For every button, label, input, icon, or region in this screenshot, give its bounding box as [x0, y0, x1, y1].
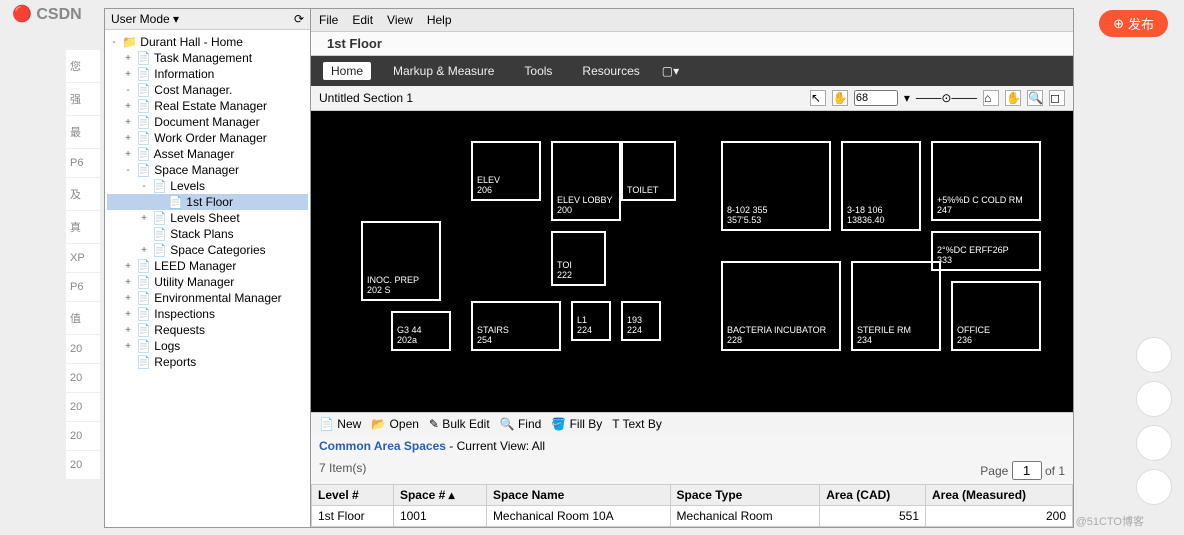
- action-new[interactable]: 📄 New: [319, 417, 361, 431]
- watermark: @51CTO博客: [1076, 513, 1144, 529]
- floorplan-canvas[interactable]: INOC. PREP202 S ELEV206ELEV LOBBY200 TOI22…: [311, 111, 1073, 412]
- float-btn-1[interactable]: [1136, 337, 1172, 373]
- page-input[interactable]: [1012, 461, 1042, 480]
- room[interactable]: 193224: [621, 301, 661, 341]
- tree-item[interactable]: -📄 Levels: [107, 178, 308, 194]
- refresh-icon[interactable]: ⟳: [294, 12, 304, 26]
- tree-item[interactable]: 📄 Stack Plans: [107, 226, 308, 242]
- action-text-by[interactable]: T Text By: [612, 417, 662, 431]
- tree-item[interactable]: +📄 Levels Sheet: [107, 210, 308, 226]
- nav-tree: -📁 Durant Hall - Home+📄 Task Management+…: [105, 30, 310, 527]
- tree-item[interactable]: +📄 Task Management: [107, 50, 308, 66]
- main-area: File Edit View Help 1st Floor Home Markup & …: [311, 9, 1073, 527]
- col-header[interactable]: Space # ▴: [393, 485, 486, 506]
- pager: 7 Item(s) Page of 1: [311, 457, 1073, 484]
- room[interactable]: OFFICE236: [951, 281, 1041, 351]
- zoom-input[interactable]: [854, 90, 898, 106]
- item-count: 7 Item(s): [319, 461, 366, 480]
- float-btn-2[interactable]: [1136, 381, 1172, 417]
- col-header[interactable]: Space Type: [670, 485, 820, 506]
- tree-item[interactable]: +📄 Document Manager: [107, 114, 308, 130]
- ribbon-tab[interactable]: Resources: [574, 62, 647, 80]
- menu-view[interactable]: View: [387, 13, 413, 27]
- tree-item[interactable]: 📄 Reports: [107, 354, 308, 370]
- home-icon[interactable]: ⌂: [983, 90, 999, 106]
- col-header[interactable]: Area (CAD): [820, 485, 926, 506]
- tree-item[interactable]: +📄 Environmental Manager: [107, 290, 308, 306]
- tree-item[interactable]: +📄 Inspections: [107, 306, 308, 322]
- room[interactable]: 8-102 355357'5.53: [721, 141, 831, 231]
- pan-icon[interactable]: ✋: [832, 90, 848, 106]
- tree-item[interactable]: +📄 Requests: [107, 322, 308, 338]
- room[interactable]: STERILE RM234: [851, 261, 941, 351]
- tree-item[interactable]: +📄 Space Categories: [107, 242, 308, 258]
- action-fill-by[interactable]: 🪣 Fill By: [551, 417, 602, 431]
- tree-item[interactable]: +📄 LEED Manager: [107, 258, 308, 274]
- room[interactable]: STAIRS254: [471, 301, 561, 351]
- room[interactable]: ELEV206: [471, 141, 541, 201]
- room[interactable]: G3 44202a: [391, 311, 451, 351]
- ribbon-tab[interactable]: Home: [323, 62, 371, 80]
- action-bulk-edit[interactable]: ✎ Bulk Edit: [429, 417, 490, 431]
- hand-icon[interactable]: ✋: [1005, 90, 1021, 106]
- menu-help[interactable]: Help: [427, 13, 452, 27]
- room[interactable]: +5%%D C COLD RM247: [931, 141, 1041, 221]
- user-mode-dropdown[interactable]: User Mode ▾: [111, 12, 179, 26]
- left-sidebar-stub: 您强最P6及真XPP6值2020202020: [66, 50, 100, 480]
- table-row[interactable]: 1st Floor1001Mechanical Room 10AMechanic…: [312, 506, 1073, 527]
- menu-file[interactable]: File: [319, 13, 338, 27]
- tree-panel: User Mode ▾ ⟳ -📁 Durant Hall - Home+📄 Ta…: [105, 9, 311, 527]
- ribbon-tab[interactable]: Markup & Measure: [385, 62, 502, 80]
- cursor-icon[interactable]: ↖: [810, 90, 826, 106]
- room[interactable]: ELEV LOBBY200: [551, 141, 621, 221]
- tree-item[interactable]: +📄 Information: [107, 66, 308, 82]
- action-bar: 📄 New 📂 Open ✎ Bulk Edit 🔍 Find 🪣 Fill By T T…: [311, 412, 1073, 435]
- tree-root[interactable]: -📁 Durant Hall - Home: [107, 34, 308, 50]
- float-btn-3[interactable]: [1136, 425, 1172, 461]
- tree-item[interactable]: +📄 Logs: [107, 338, 308, 354]
- room[interactable]: INOC. PREP202 S: [361, 221, 441, 301]
- page-title: 1st Floor: [311, 32, 1073, 56]
- room[interactable]: TOI222: [551, 231, 606, 286]
- col-header[interactable]: Area (Measured): [926, 485, 1073, 506]
- room[interactable]: 2°%DC ERFF26P333: [931, 231, 1041, 271]
- section-label: Untitled Section 1: [319, 91, 413, 105]
- action-find[interactable]: 🔍 Find: [500, 417, 542, 431]
- side-float-buttons: [1136, 337, 1172, 505]
- spaces-table: Level #Space # ▴Space NameSpace TypeArea…: [311, 484, 1073, 527]
- col-header[interactable]: Space Name: [486, 485, 670, 506]
- tree-top-bar: User Mode ▾ ⟳: [105, 9, 310, 30]
- ribbon-more-icon[interactable]: ▢▾: [662, 64, 679, 78]
- tree-item[interactable]: +📄 Real Estate Manager: [107, 98, 308, 114]
- tree-item[interactable]: 📄 1st Floor: [107, 194, 308, 210]
- tree-item[interactable]: +📄 Utility Manager: [107, 274, 308, 290]
- tree-item[interactable]: -📄 Space Manager: [107, 162, 308, 178]
- action-open[interactable]: 📂 Open: [371, 417, 419, 431]
- col-header[interactable]: Level #: [312, 485, 394, 506]
- tree-item[interactable]: +📄 Asset Manager: [107, 146, 308, 162]
- csdn-logo: 🔴 CSDN: [12, 4, 82, 24]
- room[interactable]: BACTERIA INCUBATOR228: [721, 261, 841, 351]
- ribbon-tab[interactable]: Tools: [516, 62, 560, 80]
- zoom-icon[interactable]: 🔍: [1027, 90, 1043, 106]
- publish-button[interactable]: ⊕ 发布: [1099, 10, 1168, 37]
- float-btn-4[interactable]: [1136, 469, 1172, 505]
- tree-item[interactable]: +📄 Work Order Manager: [107, 130, 308, 146]
- room[interactable]: 3-18 10613836.40: [841, 141, 921, 231]
- view-header: Common Area Spaces - Current View: All: [311, 435, 1073, 457]
- fit-icon[interactable]: ◻: [1049, 90, 1065, 106]
- menu-edit[interactable]: Edit: [352, 13, 373, 27]
- room[interactable]: L1224: [571, 301, 611, 341]
- room[interactable]: TOILET: [621, 141, 676, 201]
- app-window: User Mode ▾ ⟳ -📁 Durant Hall - Home+📄 Ta…: [104, 8, 1074, 528]
- canvas-toolbar: Untitled Section 1 ↖ ✋ ▾ ───⊙─── ⌂ ✋ 🔍 ◻: [311, 86, 1073, 111]
- menubar: File Edit View Help: [311, 9, 1073, 32]
- ribbon-tabs: Home Markup & Measure Tools Resources ▢▾: [311, 56, 1073, 86]
- tree-item[interactable]: -📄 Cost Manager.: [107, 82, 308, 98]
